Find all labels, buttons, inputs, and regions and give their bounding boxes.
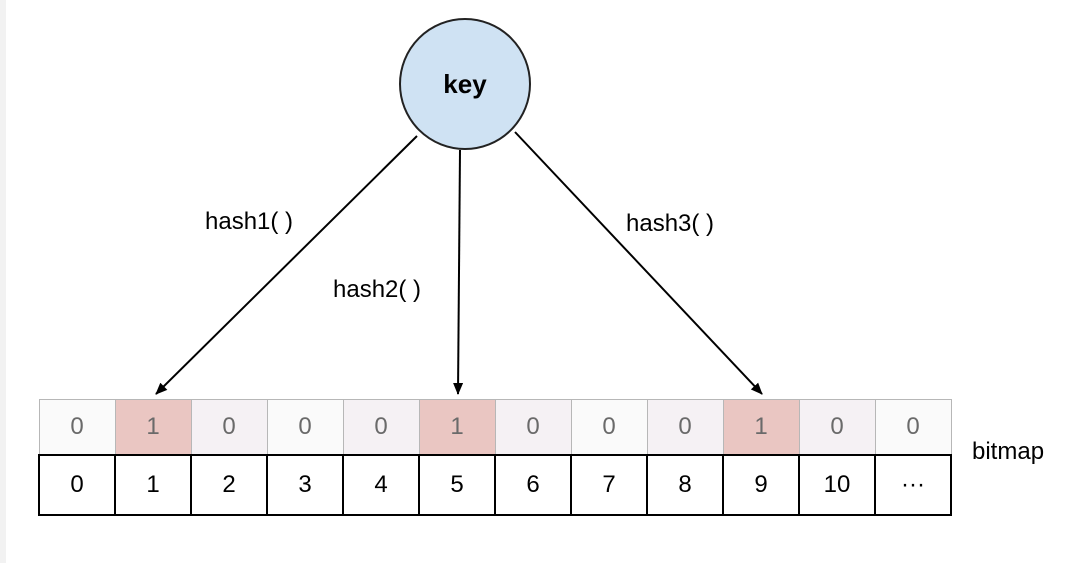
bit-cell: 0 — [191, 400, 267, 455]
index-cell: ··· — [875, 455, 951, 515]
bit-cell: 0 — [875, 400, 951, 455]
hash2-label: hash2( ) — [333, 276, 421, 304]
index-cell: 9 — [723, 455, 799, 515]
index-cell: 2 — [191, 455, 267, 515]
arrow-hash1 — [156, 136, 417, 394]
bit-cell: 0 — [571, 400, 647, 455]
bit-cell: 0 — [799, 400, 875, 455]
index-cell: 1 — [115, 455, 191, 515]
index-cell: 0 — [39, 455, 115, 515]
bits-row: 0 1 0 0 0 1 0 0 0 1 0 0 — [39, 400, 951, 455]
index-cell: 7 — [571, 455, 647, 515]
index-cell: 5 — [419, 455, 495, 515]
bitmap-table-wrap: 0 1 0 0 0 1 0 0 0 1 0 0 0 1 2 3 4 5 6 — [38, 399, 952, 516]
hash3-label: hash3( ) — [626, 210, 714, 238]
bit-cell: 1 — [723, 400, 799, 455]
bit-cell: 1 — [115, 400, 191, 455]
index-cell: 8 — [647, 455, 723, 515]
bitmap-label: bitmap — [972, 438, 1044, 466]
bit-cell: 0 — [647, 400, 723, 455]
arrow-hash3 — [515, 132, 762, 394]
bit-cell: 0 — [39, 400, 115, 455]
index-cell: 4 — [343, 455, 419, 515]
bit-cell: 0 — [343, 400, 419, 455]
bitmap-table: 0 1 0 0 0 1 0 0 0 1 0 0 0 1 2 3 4 5 6 — [38, 399, 952, 516]
left-margin-bar — [0, 0, 6, 563]
index-cell: 6 — [495, 455, 571, 515]
key-label: key — [443, 69, 486, 100]
index-row: 0 1 2 3 4 5 6 7 8 9 10 ··· — [39, 455, 951, 515]
bit-cell: 0 — [495, 400, 571, 455]
index-cell: 10 — [799, 455, 875, 515]
hash1-label: hash1( ) — [205, 208, 293, 236]
arrow-hash2 — [458, 150, 460, 394]
index-cell: 3 — [267, 455, 343, 515]
bit-cell: 1 — [419, 400, 495, 455]
key-node: key — [399, 18, 531, 150]
diagram-canvas: key hash1( ) hash2( ) hash3( ) 0 1 0 0 0… — [0, 0, 1080, 563]
bit-cell: 0 — [267, 400, 343, 455]
